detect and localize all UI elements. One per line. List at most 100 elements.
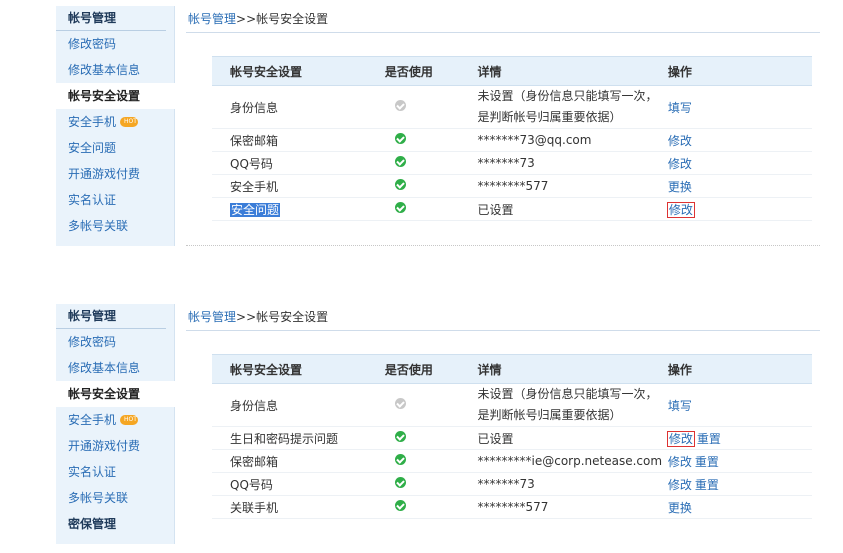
sidebar: 帐号管理 修改密码 修改基本信息 帐号安全设置 安全手机 开通游戏付费 实名认证…	[56, 304, 183, 544]
column-header: 详情	[477, 56, 668, 86]
sidebar-title: 帐号管理	[56, 304, 166, 329]
breadcrumb-current: 帐号安全设置	[256, 310, 329, 324]
sidebar-item-change-password[interactable]: 修改密码	[56, 31, 174, 57]
security-table: 帐号安全设置 是否使用 详情 操作 身份信息 未设置（身份信息只能填写一次，是判…	[212, 354, 812, 519]
breadcrumb-root[interactable]: 帐号管理	[188, 12, 236, 26]
fill-link[interactable]: 填写	[668, 101, 692, 115]
replace-link[interactable]: 更换	[668, 501, 692, 515]
sidebar-item-game-payment[interactable]: 开通游戏付费	[56, 161, 174, 187]
gray-check-icon	[394, 100, 406, 111]
row-detail: *******73	[477, 472, 668, 496]
modify-link[interactable]: 修改	[668, 455, 692, 469]
column-header: 操作	[667, 354, 812, 384]
row-detail: *******73@qq.com	[477, 128, 668, 152]
row-detail: 已设置	[477, 197, 668, 221]
modify-link[interactable]: 修改	[666, 201, 695, 218]
table-row: 身份信息 未设置（身份信息只能填写一次，是判断帐号归属重要依据） 填写	[212, 85, 812, 129]
column-header: 帐号安全设置	[212, 56, 385, 86]
row-name: 生日和密码提示问题	[212, 426, 385, 450]
row-name: 保密邮箱	[212, 128, 385, 152]
table-row: 关联手机 ********577 更换	[212, 495, 812, 519]
sidebar-item-real-name[interactable]: 实名认证	[56, 459, 174, 485]
modify-link[interactable]: 修改	[668, 478, 692, 492]
breadcrumb: 帐号管理>>帐号安全设置	[186, 6, 820, 33]
sidebar-item-label: 安全手机	[68, 413, 117, 427]
row-name: 关联手机	[212, 495, 385, 519]
hot-badge-icon	[120, 414, 139, 425]
green-check-icon	[394, 454, 406, 465]
sidebar-item-security-phone[interactable]: 安全手机	[56, 407, 174, 433]
reset-link[interactable]: 重置	[697, 432, 721, 446]
sidebar: 帐号管理 修改密码 修改基本信息 帐号安全设置 安全手机 安全问题 开通游戏付费…	[56, 6, 183, 246]
green-check-icon	[394, 156, 406, 167]
sidebar-item-real-name[interactable]: 实名认证	[56, 187, 174, 213]
table-row: 生日和密码提示问题 已设置 修改 重置	[212, 426, 812, 450]
table-header-row: 帐号安全设置 是否使用 详情 操作	[212, 56, 812, 86]
sidebar-title: 帐号管理	[56, 6, 166, 31]
sidebar-item-security-question[interactable]: 安全问题	[56, 135, 174, 161]
fill-link[interactable]: 填写	[668, 399, 692, 413]
row-detail: 已设置	[477, 426, 668, 450]
reset-link[interactable]: 重置	[695, 455, 719, 469]
row-name: QQ号码	[212, 472, 385, 496]
row-name: 保密邮箱	[212, 449, 385, 473]
row-name: 安全手机	[212, 174, 385, 198]
table-row: 身份信息 未设置（身份信息只能填写一次，是判断帐号归属重要依据） 填写	[212, 383, 812, 427]
sidebar-section-security-management[interactable]: 密保管理	[56, 511, 174, 537]
main-content: 帐号管理>>帐号安全设置 帐号安全设置 是否使用 详情 操作 身份信息 未设置（…	[186, 304, 820, 544]
sidebar-item-edit-basic-info[interactable]: 修改基本信息	[56, 57, 174, 83]
table-row: 保密邮箱 *********ie@corp.netease.com 修改 重置	[212, 449, 812, 473]
table-row: 保密邮箱 *******73@qq.com 修改	[212, 128, 812, 152]
row-detail: ********577	[477, 174, 668, 198]
sidebar-item-multi-account[interactable]: 多帐号关联	[56, 213, 174, 239]
column-header: 是否使用	[384, 354, 478, 384]
row-detail: 未设置（身份信息只能填写一次，是判断帐号归属重要依据）	[477, 383, 668, 427]
table-row: QQ号码 *******73 修改 重置	[212, 472, 812, 496]
sidebar-item-change-password[interactable]: 修改密码	[56, 329, 174, 355]
breadcrumb-separator: >>	[236, 12, 257, 26]
modify-link[interactable]: 修改	[668, 157, 692, 171]
account-panel-top: 帐号管理 修改密码 修改基本信息 帐号安全设置 安全手机 安全问题 开通游戏付费…	[56, 6, 820, 246]
main-content: 帐号管理>>帐号安全设置 帐号安全设置 是否使用 详情 操作 身份信息 未设置（…	[186, 6, 820, 246]
column-header: 操作	[667, 56, 812, 86]
row-name: QQ号码	[212, 151, 385, 175]
row-name-highlighted: 安全问题	[230, 202, 281, 217]
reset-link[interactable]: 重置	[695, 478, 719, 492]
green-check-icon	[394, 202, 406, 213]
row-detail: ********577	[477, 495, 668, 519]
green-check-icon	[394, 477, 406, 488]
modify-link[interactable]: 修改	[666, 430, 695, 447]
row-detail: *********ie@corp.netease.com	[477, 449, 668, 473]
sidebar-item-game-payment[interactable]: 开通游戏付费	[56, 433, 174, 459]
hot-badge-icon	[120, 116, 139, 127]
table-row: 安全手机 ********577 更换	[212, 174, 812, 198]
green-check-icon	[394, 431, 406, 442]
row-name: 身份信息	[212, 85, 385, 129]
column-header: 是否使用	[384, 56, 478, 86]
sidebar-item-label: 安全手机	[68, 115, 117, 129]
account-panel-bottom: 帐号管理 修改密码 修改基本信息 帐号安全设置 安全手机 开通游戏付费 实名认证…	[56, 304, 820, 544]
row-detail: *******73	[477, 151, 668, 175]
breadcrumb: 帐号管理>>帐号安全设置	[186, 304, 820, 331]
table-row: QQ号码 *******73 修改	[212, 151, 812, 175]
sidebar-item-security-phone[interactable]: 安全手机	[56, 109, 174, 135]
security-table: 帐号安全设置 是否使用 详情 操作 身份信息 未设置（身份信息只能填写一次，是判…	[212, 56, 812, 221]
green-check-icon	[394, 133, 406, 144]
table-header-row: 帐号安全设置 是否使用 详情 操作	[212, 354, 812, 384]
sidebar-item-security-settings[interactable]: 帐号安全设置	[56, 83, 183, 109]
column-header: 帐号安全设置	[212, 354, 385, 384]
divider	[186, 245, 820, 246]
sidebar-item-edit-basic-info[interactable]: 修改基本信息	[56, 355, 174, 381]
breadcrumb-current: 帐号安全设置	[256, 12, 329, 26]
green-check-icon	[394, 500, 406, 511]
breadcrumb-separator: >>	[236, 310, 257, 324]
green-check-icon	[394, 179, 406, 190]
sidebar-item-security-settings[interactable]: 帐号安全设置	[56, 381, 183, 407]
table-row: 安全问题 已设置 修改	[212, 197, 812, 221]
column-header: 详情	[477, 354, 668, 384]
gray-check-icon	[394, 398, 406, 409]
modify-link[interactable]: 修改	[668, 134, 692, 148]
replace-link[interactable]: 更换	[668, 180, 692, 194]
breadcrumb-root[interactable]: 帐号管理	[188, 310, 236, 324]
sidebar-item-multi-account[interactable]: 多帐号关联	[56, 485, 174, 511]
